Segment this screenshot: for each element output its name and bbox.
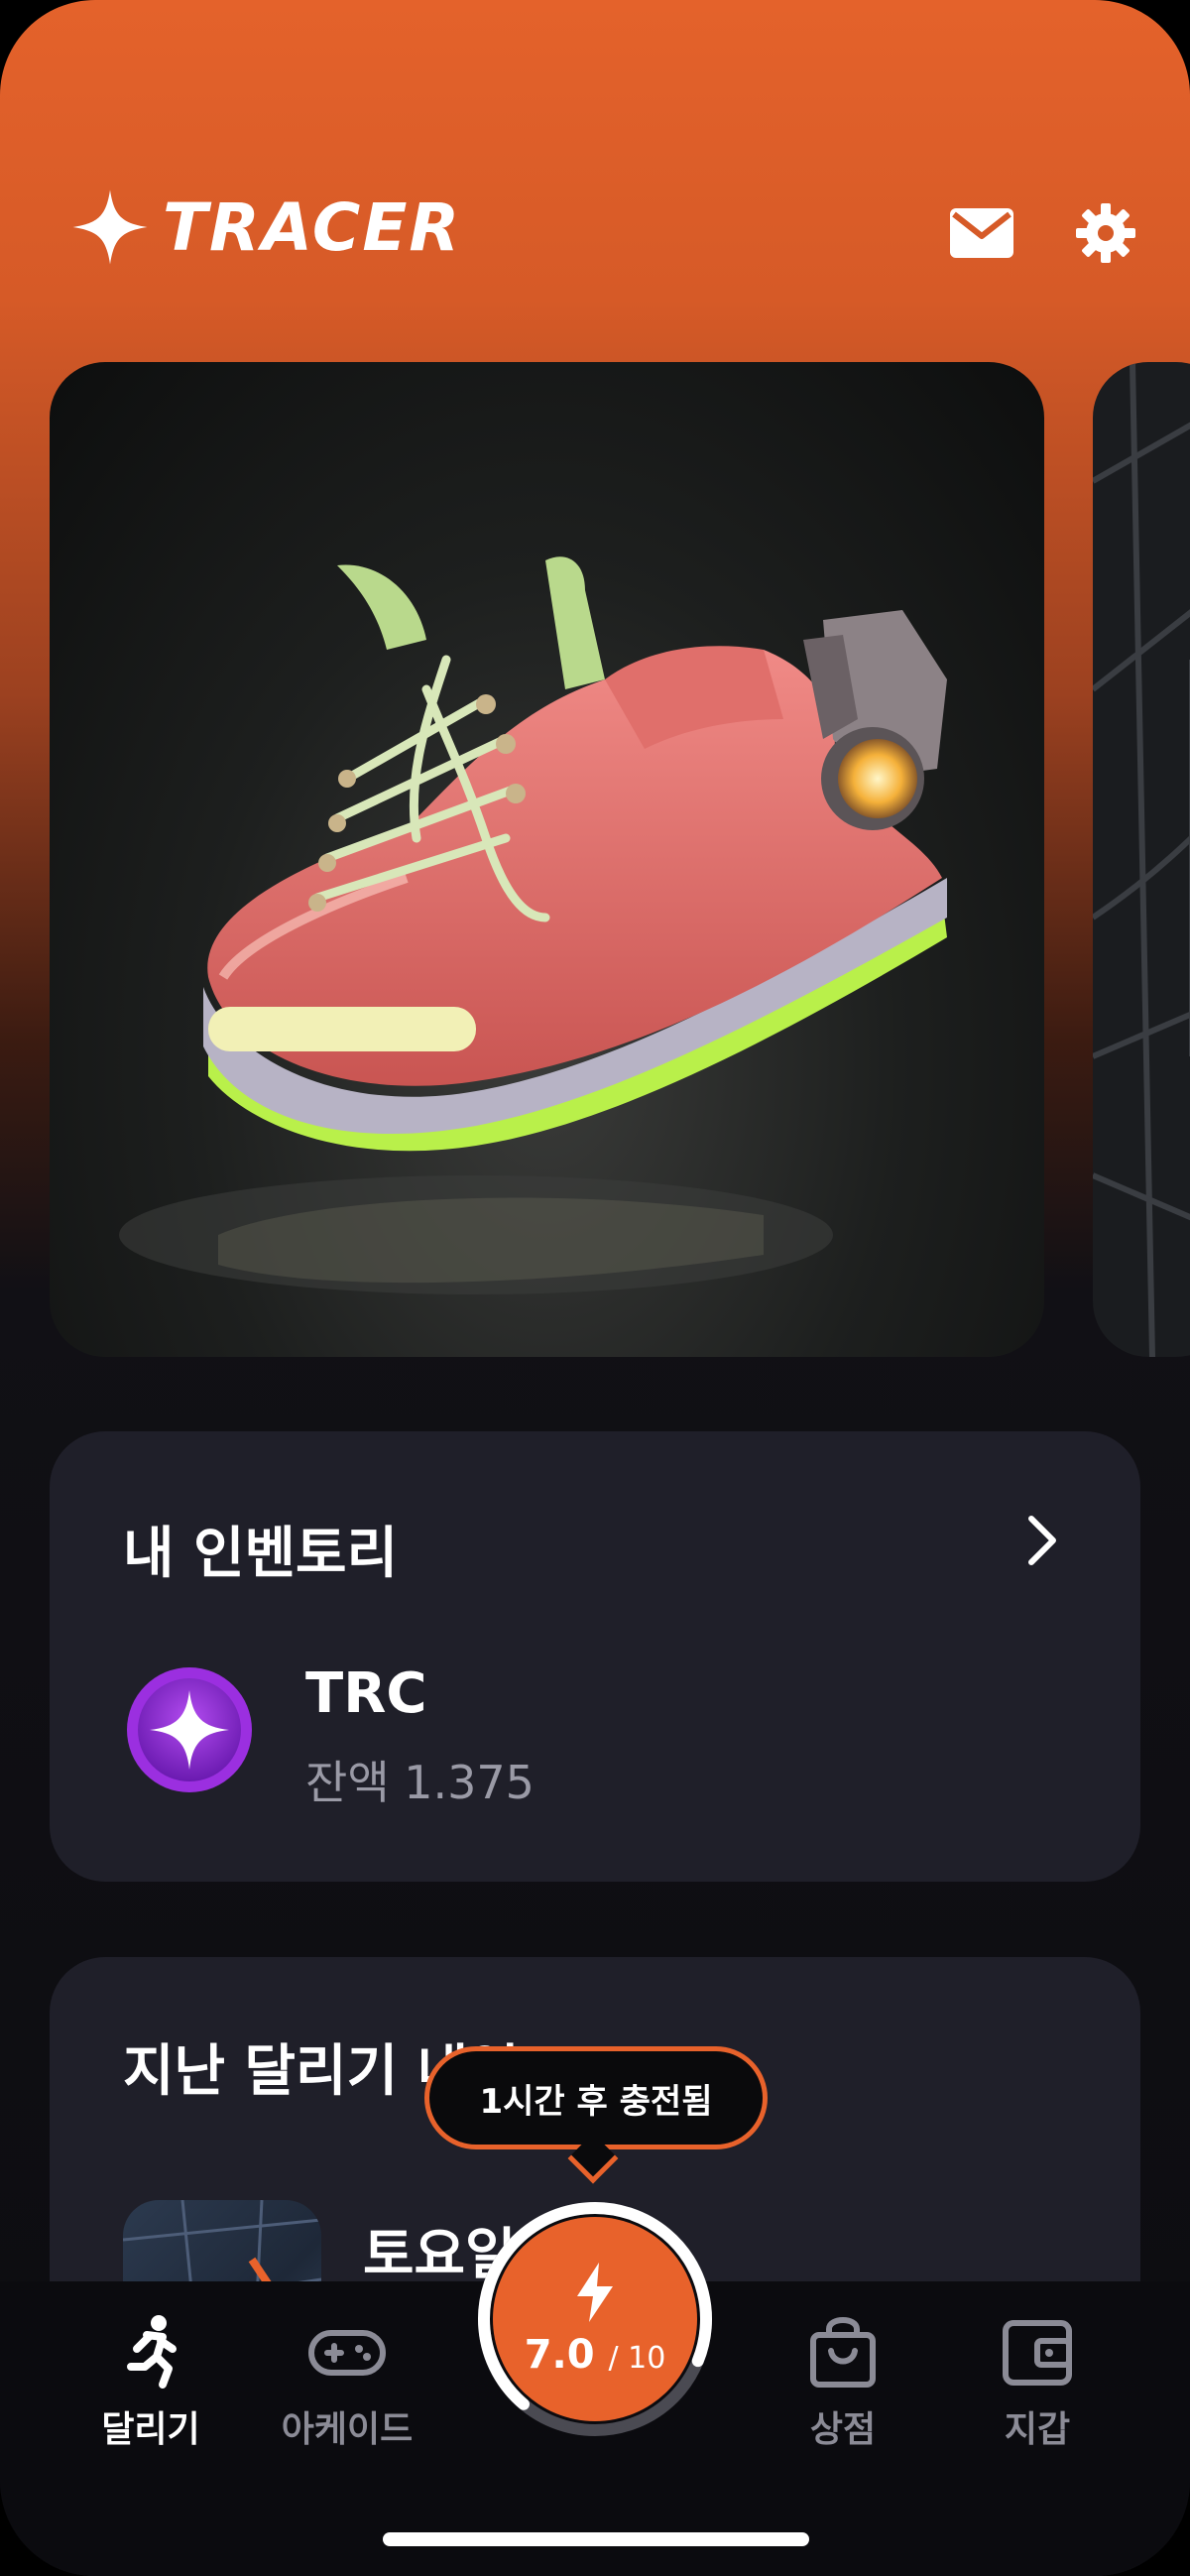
energy-inner: 7.0 / 10 (493, 2217, 697, 2421)
next-card[interactable] (1093, 362, 1190, 1357)
gamepad-icon (308, 2330, 386, 2376)
lightning-icon (577, 2263, 613, 2322)
nav-label-run: 달리기 (101, 2409, 200, 2450)
energy-value: 7.0 / 10 (525, 2332, 666, 2378)
mail-icon (950, 208, 1013, 258)
mail-button[interactable] (947, 198, 1016, 268)
nav-label-wallet: 지갑 (1004, 2409, 1071, 2450)
sneaker-image (119, 556, 947, 1294)
gear-icon (1076, 203, 1135, 263)
app-screen: TRACER 내 인벤토리 TRC 잔액 1.375 지난 달리기 내역 토요일… (0, 0, 1190, 2576)
logo-text: TRACER (163, 188, 462, 266)
inventory-title: 내 인벤토리 (123, 1522, 399, 1586)
shopping-bag-icon (810, 2317, 876, 2388)
logo: TRACER (71, 188, 461, 266)
home-indicator[interactable] (383, 2532, 809, 2546)
map-pattern (1093, 362, 1190, 1357)
nav-item-wallet[interactable]: 지갑 (958, 2311, 1117, 2452)
token-name: TRC (305, 1661, 427, 1726)
wallet-icon (1003, 2320, 1072, 2386)
energy-max: / 10 (608, 2341, 666, 2376)
recharge-tooltip: 1시간 후 충전됨 (424, 2046, 768, 2149)
sparkle-icon (72, 189, 148, 265)
nav-label-shop: 상점 (809, 2409, 877, 2450)
runner-icon (127, 2315, 177, 2389)
chevron-right-icon[interactable] (1012, 1511, 1071, 1570)
nav-item-arcade[interactable]: 아케이드 (268, 2311, 426, 2452)
header: TRACER (0, 159, 1190, 298)
token-balance: 잔액 1.375 (305, 1756, 535, 1809)
nav-item-run[interactable]: 달리기 (71, 2311, 230, 2452)
nav-item-shop[interactable]: 상점 (764, 2311, 922, 2452)
settings-button[interactable] (1071, 198, 1140, 268)
energy-current: 7.0 (524, 2332, 595, 2378)
energy-button[interactable]: 7.0 / 10 (473, 2197, 717, 2441)
trc-coin-icon (127, 1667, 252, 1792)
inventory-panel[interactable]: 내 인벤토리 TRC 잔액 1.375 (50, 1431, 1140, 1882)
sneaker-card[interactable] (50, 362, 1044, 1357)
nav-label-arcade: 아케이드 (281, 2409, 414, 2450)
